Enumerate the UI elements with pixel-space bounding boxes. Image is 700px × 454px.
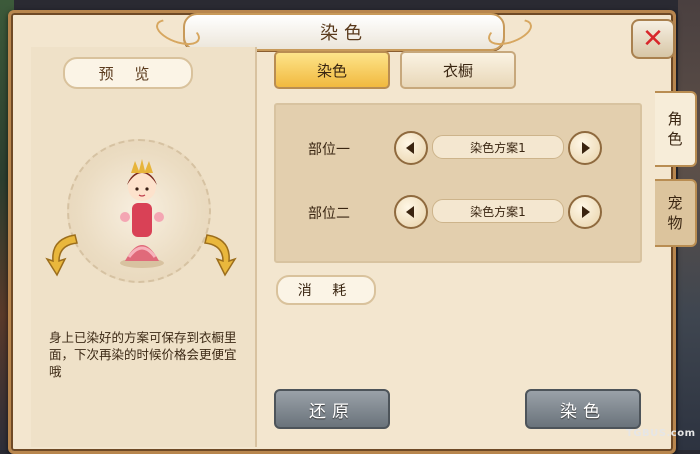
side-tab-role-label: 角 色 xyxy=(667,110,683,148)
scroll-ornament-icon xyxy=(152,13,204,51)
dialog-title: 染色 xyxy=(320,23,368,44)
preview-panel: 预 览 身上已染好的方案可保存到衣橱里面，下次再染的时候价格会更便宜哦 xyxy=(31,47,257,447)
side-tab-pet[interactable]: 宠 物 xyxy=(655,179,697,247)
restore-button[interactable]: 还原 xyxy=(274,389,390,429)
rotate-right-icon[interactable] xyxy=(201,231,237,279)
side-tab-role[interactable]: 角 色 xyxy=(655,91,697,167)
rotate-left-icon[interactable] xyxy=(45,231,81,279)
prev-scheme-button[interactable] xyxy=(394,195,428,229)
next-scheme-button[interactable] xyxy=(568,131,602,165)
dye-parts-panel: 部位一 染色方案1 部位二 染色方案1 xyxy=(274,103,642,263)
arrow-right-icon xyxy=(582,142,590,154)
arrow-right-icon xyxy=(582,206,590,218)
arrow-left-icon xyxy=(406,206,414,218)
preview-label: 预 览 xyxy=(63,57,193,89)
title-bar: 染色 xyxy=(152,13,536,51)
arrow-left-icon xyxy=(406,142,414,154)
close-icon: ✕ xyxy=(642,24,664,54)
scheme-value: 染色方案1 xyxy=(432,199,564,223)
part-row-1: 部位一 染色方案1 xyxy=(276,131,640,165)
part-label: 部位二 xyxy=(308,206,350,222)
consume-label: 消 耗 xyxy=(276,275,376,305)
part-label: 部位一 xyxy=(308,142,350,158)
prev-scheme-button[interactable] xyxy=(394,131,428,165)
side-tab-pet-label: 宠 物 xyxy=(667,194,683,232)
dye-dialog: 染色 ✕ 预 览 身上已染好的方案可保存到衣橱里面，下次再染的时候价格会更便宜哦… xyxy=(8,10,697,454)
tab-wardrobe[interactable]: 衣橱 xyxy=(400,51,516,89)
dye-button[interactable]: 染色 xyxy=(525,389,641,429)
character-avatar[interactable] xyxy=(117,151,167,269)
watermark-text: TGBUS.com xyxy=(626,428,696,439)
tab-dye[interactable]: 染色 xyxy=(274,51,390,89)
scroll-ornament-icon xyxy=(484,13,536,51)
scheme-value: 染色方案1 xyxy=(432,135,564,159)
dye-info-text: 身上已染好的方案可保存到衣橱里面，下次再染的时候价格会更便宜哦 xyxy=(49,330,237,379)
part-row-2: 部位二 染色方案1 xyxy=(276,195,640,229)
next-scheme-button[interactable] xyxy=(568,195,602,229)
close-button[interactable]: ✕ xyxy=(631,19,675,59)
